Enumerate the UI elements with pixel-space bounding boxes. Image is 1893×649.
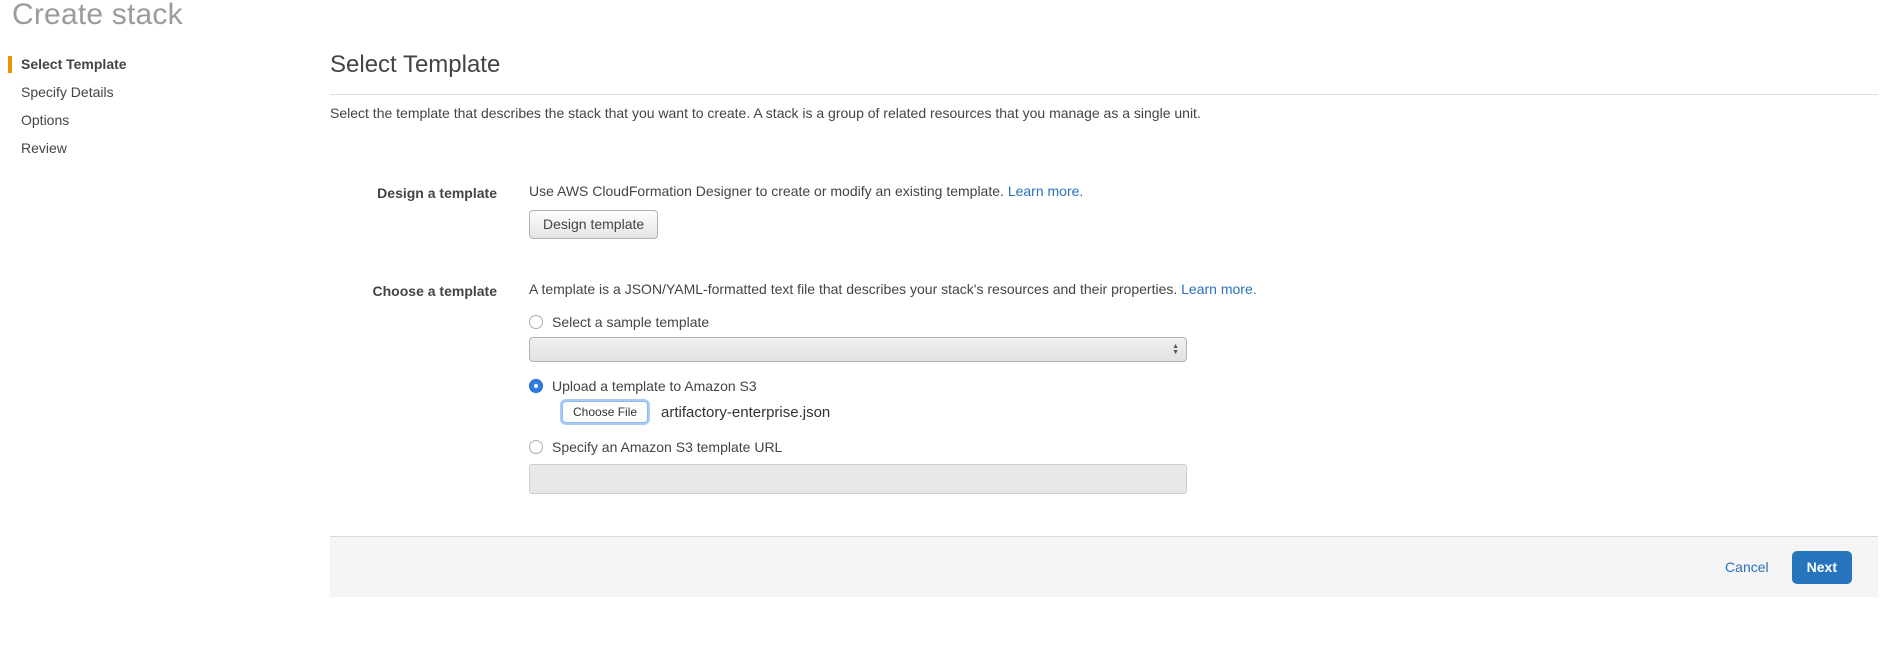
- section-title: Select Template: [330, 50, 1878, 80]
- select-stepper-icon: ▲ ▼: [1172, 344, 1179, 356]
- sidebar-item-specify-details[interactable]: Specify Details: [8, 84, 258, 101]
- sidebar-item-options[interactable]: Options: [8, 112, 258, 129]
- next-button[interactable]: Next: [1792, 551, 1852, 584]
- sample-template-radio[interactable]: [529, 315, 543, 329]
- upload-template-radio-label: Upload a template to Amazon S3: [552, 378, 757, 394]
- stepper-down-arrow-icon: ▼: [1172, 350, 1179, 356]
- choose-template-content: A template is a JSON/YAML-formatted text…: [529, 281, 1257, 494]
- design-template-button[interactable]: Design template: [529, 210, 658, 239]
- sidebar-item-review[interactable]: Review: [8, 140, 258, 157]
- section-divider: [330, 94, 1878, 95]
- sample-template-radio-label: Select a sample template: [552, 314, 709, 330]
- sample-template-option: Select a sample template: [529, 314, 1257, 330]
- choose-template-intro: A template is a JSON/YAML-formatted text…: [529, 281, 1257, 298]
- design-learn-more-link[interactable]: Learn more.: [1008, 183, 1083, 199]
- upload-template-radio[interactable]: [529, 379, 543, 393]
- design-template-text: Use AWS CloudFormation Designer to creat…: [529, 183, 1004, 199]
- choose-template-row: Choose a template A template is a JSON/Y…: [330, 281, 1878, 494]
- page-title: Create stack: [12, 0, 183, 32]
- section-description: Select the template that describes the s…: [330, 105, 1878, 122]
- s3-url-option: Specify an Amazon S3 template URL: [529, 439, 1257, 455]
- sidebar-item-select-template[interactable]: Select Template: [8, 56, 258, 73]
- design-template-row: Design a template Use AWS CloudFormation…: [330, 183, 1878, 239]
- file-upload-row: Choose File artifactory-enterprise.json: [562, 401, 1257, 423]
- s3-url-input[interactable]: [529, 464, 1187, 494]
- choose-template-text: A template is a JSON/YAML-formatted text…: [529, 281, 1177, 297]
- s3-url-radio[interactable]: [529, 440, 543, 454]
- create-stack-page: Create stack Select Template Specify Det…: [0, 0, 1893, 649]
- choose-learn-more-link[interactable]: Learn more.: [1181, 281, 1256, 297]
- wizard-steps-sidebar: Select Template Specify Details Options …: [8, 56, 258, 168]
- main-content: Select Template Select the template that…: [330, 50, 1878, 494]
- cancel-link[interactable]: Cancel: [1725, 559, 1769, 575]
- design-template-content: Use AWS CloudFormation Designer to creat…: [529, 183, 1083, 239]
- upload-template-option: Upload a template to Amazon S3: [529, 378, 1257, 394]
- choose-file-button[interactable]: Choose File: [562, 401, 648, 423]
- sample-template-select[interactable]: ▲ ▼: [529, 337, 1187, 362]
- choose-template-label: Choose a template: [330, 281, 497, 299]
- s3-url-radio-label: Specify an Amazon S3 template URL: [552, 439, 782, 455]
- design-template-intro: Use AWS CloudFormation Designer to creat…: [529, 183, 1083, 200]
- design-template-label: Design a template: [330, 183, 497, 201]
- uploaded-file-name: artifactory-enterprise.json: [661, 404, 830, 421]
- wizard-footer: Cancel Next: [330, 536, 1878, 597]
